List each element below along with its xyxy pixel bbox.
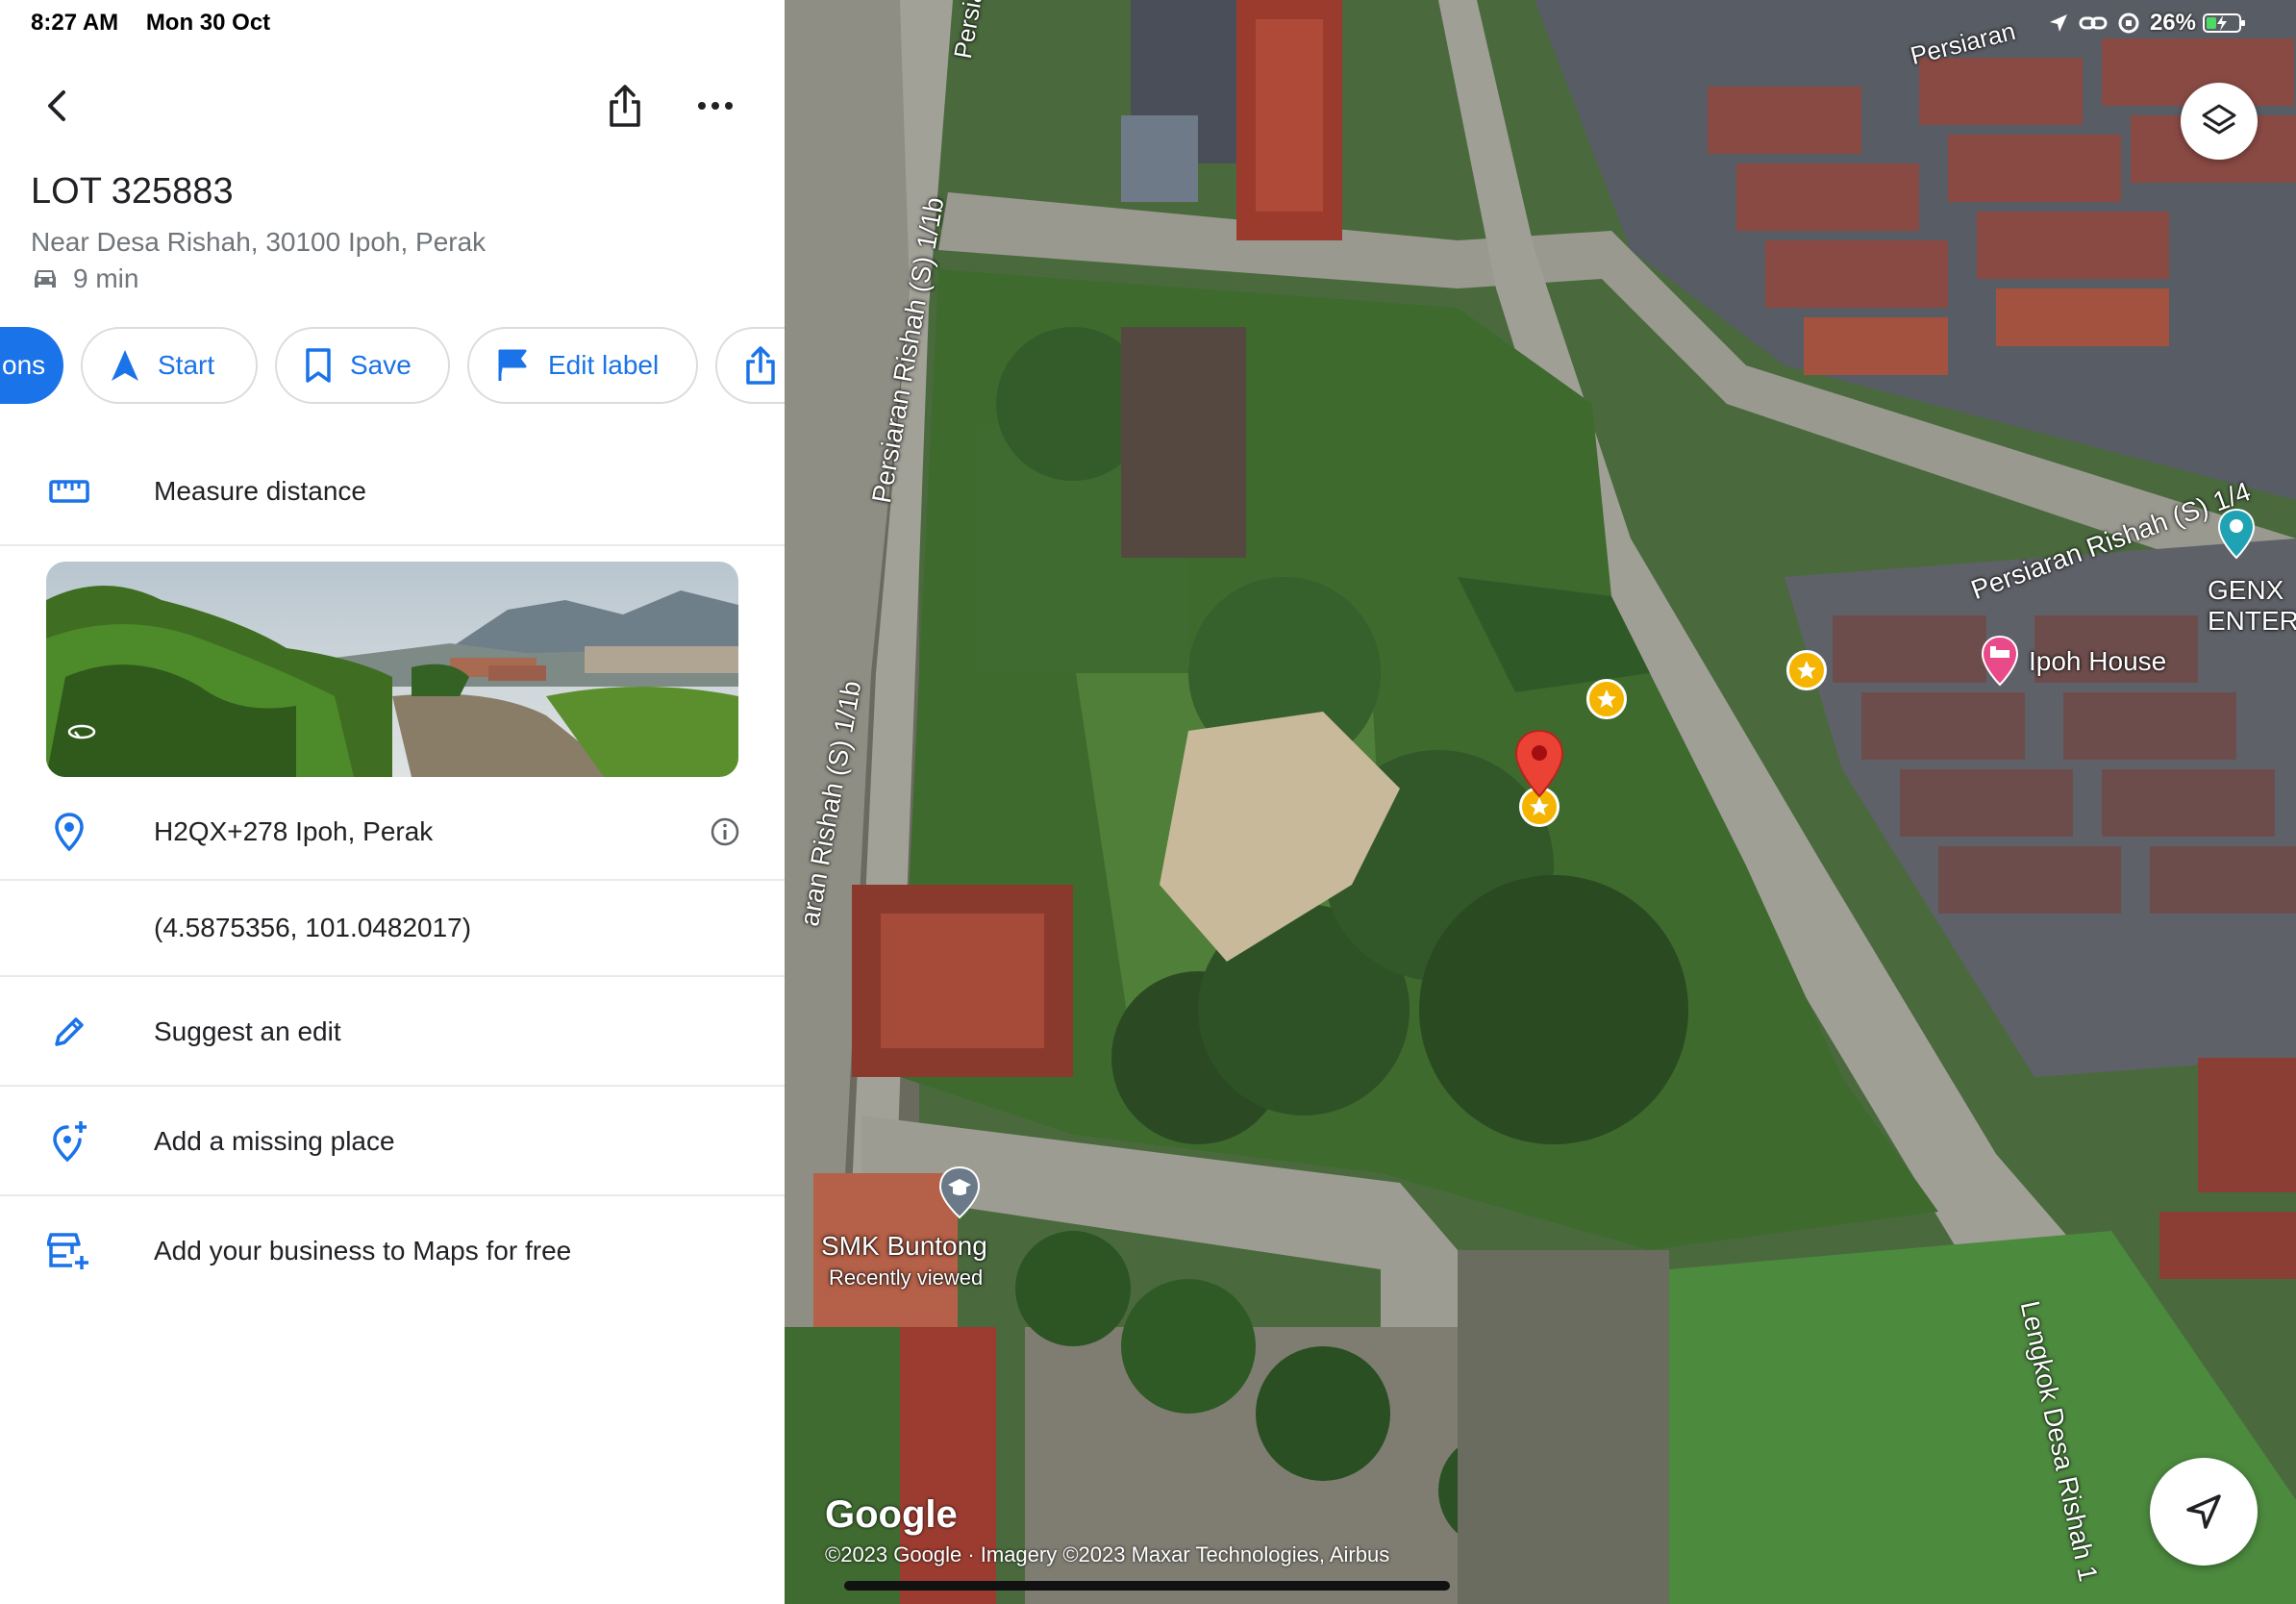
edit-label-button[interactable]: Edit label: [467, 327, 698, 404]
add-business-label: Add your business to Maps for free: [154, 1236, 572, 1266]
smk-buntong-label: SMK Buntong: [821, 1231, 987, 1261]
saved-place-star[interactable]: [1786, 650, 1827, 690]
share-button[interactable]: [606, 83, 644, 129]
navigation-arrow-icon: [2186, 1494, 2221, 1529]
my-location-button[interactable]: [2150, 1458, 2258, 1566]
red-pin-icon: [1514, 729, 1564, 798]
place-address: Near Desa Rishah, 30100 Ipoh, Perak: [31, 227, 487, 257]
place-sheet: 8:27 AM Mon 30 Oct LOT 325883 Near Desa …: [0, 0, 785, 1604]
navigation-arrow-icon: [112, 350, 138, 381]
add-business-icon: [46, 1228, 92, 1274]
plus-code-row[interactable]: H2QX+278 Ipoh, Perak: [0, 800, 785, 864]
street-view-photo[interactable]: [46, 562, 738, 777]
measure-distance-label: Measure distance: [154, 476, 367, 506]
status-bar-right: 26%: [2048, 10, 2258, 37]
star-icon: [1597, 689, 1616, 708]
start-button[interactable]: Start: [81, 327, 258, 404]
coordinates-row[interactable]: (4.5875356, 101.0482017): [0, 896, 785, 960]
home-indicator[interactable]: [844, 1581, 1450, 1591]
plus-code-text: H2QX+278 Ipoh, Perak: [154, 816, 434, 846]
place-pin-icon: [2217, 508, 2256, 560]
street-view-image: [46, 562, 738, 777]
link-icon: [2079, 16, 2108, 30]
divider: [0, 544, 785, 546]
suggest-edit-row[interactable]: Suggest an edit: [0, 1000, 785, 1064]
action-chips: ons Start Save Edit label: [0, 327, 785, 404]
satellite-map[interactable]: 26% Persia Persiaran Persiaran Rishah (S…: [785, 0, 2296, 1604]
directions-button[interactable]: ons: [0, 327, 63, 404]
genx-marker[interactable]: [2217, 508, 2256, 564]
layers-button[interactable]: [2181, 83, 2258, 160]
google-logo: Google: [825, 1493, 958, 1536]
info-icon: [711, 817, 739, 846]
map-attribution[interactable]: ©2023 Google · Imagery ©2023 Maxar Techn…: [825, 1542, 1389, 1567]
location-arrow-icon: [2049, 14, 2067, 32]
add-location-icon: [46, 1118, 92, 1165]
share-icon: [746, 346, 775, 385]
hotel-pin-icon: [1981, 635, 2019, 687]
measure-distance-row[interactable]: Measure distance: [0, 460, 785, 523]
divider: [0, 879, 785, 881]
ipoh-house-label: Ipoh House: [2029, 646, 2167, 676]
layers-icon: [2202, 104, 2236, 135]
flag-icon: [498, 349, 527, 381]
save-button[interactable]: Save: [275, 327, 450, 404]
coordinates-text: (4.5875356, 101.0482017): [154, 913, 472, 942]
divider: [0, 1194, 785, 1196]
directions-label: ons: [2, 350, 46, 380]
battery-charging-icon: [2203, 13, 2245, 33]
add-missing-place-row[interactable]: Add a missing place: [0, 1110, 785, 1173]
save-label: Save: [350, 350, 412, 380]
info-button[interactable]: [710, 816, 740, 854]
suggest-edit-label: Suggest an edit: [154, 1016, 341, 1046]
smk-buntong-marker[interactable]: [938, 1165, 981, 1224]
share-chip[interactable]: [715, 327, 785, 404]
chevron-left-icon: [48, 90, 65, 121]
edit-label-text: Edit label: [548, 350, 660, 380]
divider: [0, 1085, 785, 1087]
divider: [0, 975, 785, 977]
drive-eta: 9 min: [31, 263, 138, 294]
back-button[interactable]: [38, 87, 77, 125]
school-pin-icon: [938, 1165, 981, 1219]
add-business-row[interactable]: Add your business to Maps for free: [0, 1219, 785, 1283]
dropped-pin[interactable]: [1513, 729, 1565, 803]
status-bar-left: 8:27 AM Mon 30 Oct: [31, 10, 291, 37]
sheet-toolbar: [0, 77, 785, 135]
saved-place-star[interactable]: [1586, 679, 1627, 719]
start-label: Start: [158, 350, 215, 380]
place-title: LOT 325883: [31, 171, 234, 212]
status-date: Mon 30 Oct: [145, 10, 271, 36]
share-icon: [610, 85, 640, 127]
more-horizontal-icon: [698, 102, 733, 110]
car-icon: [35, 270, 56, 288]
pencil-icon: [46, 1009, 92, 1055]
location-pin-icon: [46, 809, 92, 855]
genx-label: GENX ENTERT: [2208, 575, 2296, 636]
panorama-icon: [67, 724, 96, 739]
ruler-icon: [46, 468, 92, 514]
eta-text: 9 min: [73, 263, 139, 293]
add-missing-place-label: Add a missing place: [154, 1126, 395, 1156]
star-icon: [1797, 661, 1816, 679]
ipoh-house-marker[interactable]: [1981, 635, 2019, 691]
orientation-lock-icon: [2118, 13, 2139, 34]
battery-percent: 26%: [2149, 10, 2196, 36]
smk-buntong-sublabel: Recently viewed: [829, 1266, 984, 1290]
status-time: 8:27 AM: [31, 10, 119, 36]
bookmark-icon: [306, 348, 331, 383]
more-options-button[interactable]: [694, 87, 736, 125]
